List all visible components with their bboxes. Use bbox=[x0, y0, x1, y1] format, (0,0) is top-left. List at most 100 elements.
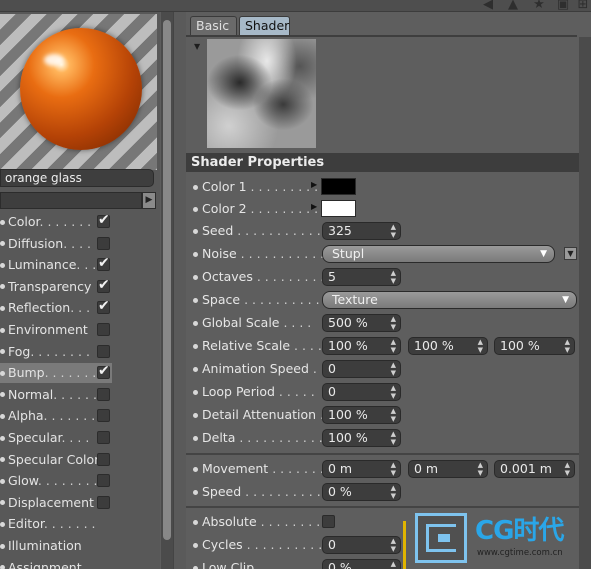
color2-swatch[interactable] bbox=[321, 200, 356, 217]
movement-y-field[interactable]: 0 m ▲ ▼ bbox=[408, 460, 488, 478]
relative-scale-z-field[interactable]: 100 % ▲ ▼ bbox=[494, 337, 575, 355]
channel-checkbox[interactable] bbox=[97, 323, 110, 336]
arrow-up-icon[interactable]: ▲ bbox=[506, 0, 520, 12]
animation-dot-icon[interactable] bbox=[193, 490, 198, 495]
channel-item-glow[interactable]: Glow. . . . . . . . bbox=[0, 471, 112, 491]
arrow-left-icon[interactable]: ◀ bbox=[481, 0, 495, 12]
left-scrollbar-thumb[interactable] bbox=[163, 20, 171, 540]
collapse-triangle-icon[interactable]: ▼ bbox=[194, 42, 200, 51]
animation-speed-field[interactable]: 0 ▲ ▼ bbox=[322, 360, 401, 378]
movement-z-field[interactable]: 0.001 m ▲ ▼ bbox=[494, 460, 575, 478]
loop-period-field[interactable]: 0 ▲ ▼ bbox=[322, 383, 401, 401]
channel-item-luminance[interactable]: Luminance. . . bbox=[0, 255, 112, 275]
octaves-field[interactable]: 5 ▲ ▼ bbox=[322, 268, 401, 286]
channel-item-specular[interactable]: Specular. . . . bbox=[0, 428, 112, 448]
global-scale-field[interactable]: 500 % ▲ ▼ bbox=[322, 314, 401, 332]
spinner-icon[interactable]: ▲▼ bbox=[391, 484, 396, 500]
channel-checkbox[interactable] bbox=[97, 344, 110, 358]
channel-item-editor[interactable]: Editor. . . . . . . bbox=[0, 514, 112, 534]
channel-checkbox[interactable] bbox=[97, 474, 110, 488]
spinner-icon[interactable]: ▲▼ bbox=[391, 407, 396, 423]
animation-dot-icon[interactable] bbox=[193, 207, 198, 212]
panel-divider[interactable] bbox=[173, 12, 186, 569]
seed-field[interactable]: 325 ▲ ▼ bbox=[322, 222, 401, 240]
noise-options-button[interactable]: ▼ bbox=[564, 247, 577, 260]
animation-dot-icon[interactable] bbox=[193, 413, 198, 418]
channel-item-reflection[interactable]: Reflection. . . bbox=[0, 298, 112, 318]
material-secondary-field[interactable] bbox=[0, 192, 142, 209]
animation-dot-icon[interactable] bbox=[193, 275, 198, 280]
spinner-icon[interactable]: ▲▼ bbox=[391, 338, 396, 354]
spinner-icon[interactable]: ▲▼ bbox=[391, 361, 396, 377]
animation-dot-icon[interactable] bbox=[193, 467, 198, 472]
tab-basic[interactable]: Basic bbox=[190, 16, 237, 35]
animation-dot-icon[interactable] bbox=[193, 367, 198, 372]
channel-item-normal[interactable]: Normal. . . . . . bbox=[0, 385, 112, 405]
star-icon[interactable]: ★ bbox=[532, 0, 546, 12]
absolute-checkbox[interactable] bbox=[322, 515, 335, 528]
new-window-icon[interactable]: ⊞ bbox=[576, 0, 590, 12]
movement-x-field[interactable]: 0 m ▲ ▼ bbox=[322, 460, 401, 478]
channel-checkbox[interactable] bbox=[97, 431, 110, 444]
animation-dot-icon[interactable] bbox=[193, 185, 198, 190]
expand-arrow-icon[interactable]: ▶ bbox=[311, 180, 317, 189]
channel-item-environment[interactable]: Environment bbox=[0, 320, 112, 340]
cycles-field[interactable]: 0 ▲ ▼ bbox=[322, 536, 401, 554]
channel-checkbox[interactable] bbox=[97, 298, 110, 315]
delta-field[interactable]: 100 % ▲ ▼ bbox=[322, 429, 401, 447]
animation-dot-icon[interactable] bbox=[193, 543, 198, 548]
tab-shader[interactable]: Shader bbox=[239, 16, 290, 35]
noise-dropdown[interactable]: Stupl ▼ bbox=[322, 245, 555, 263]
spinner-icon[interactable]: ▲▼ bbox=[391, 430, 396, 446]
spinner-icon[interactable]: ▲▼ bbox=[565, 461, 570, 477]
window-icon[interactable]: ▣ bbox=[556, 0, 570, 12]
spinner-icon[interactable]: ▲▼ bbox=[391, 461, 396, 477]
channel-checkbox[interactable] bbox=[97, 255, 110, 272]
spinner-icon[interactable]: ▲▼ bbox=[391, 315, 396, 331]
detail-attenuation-field[interactable]: 100 % ▲ ▼ bbox=[322, 406, 401, 424]
channel-item-displacement[interactable]: Displacement bbox=[0, 493, 112, 513]
channel-item-alpha[interactable]: Alpha. . . . . . . bbox=[0, 406, 112, 426]
spinner-icon[interactable]: ▲▼ bbox=[391, 384, 396, 400]
channel-checkbox[interactable] bbox=[97, 277, 110, 293]
material-preview[interactable] bbox=[0, 14, 157, 170]
channel-item-color[interactable]: Color. . . . . . . bbox=[0, 212, 112, 232]
relative-scale-y-field[interactable]: 100 % ▲ ▼ bbox=[408, 337, 488, 355]
spinner-icon[interactable]: ▲▼ bbox=[391, 560, 396, 569]
animation-dot-icon[interactable] bbox=[193, 520, 198, 525]
animation-dot-icon[interactable] bbox=[193, 390, 198, 395]
spinner-icon[interactable]: ▲▼ bbox=[391, 537, 396, 553]
animation-dot-icon[interactable] bbox=[193, 436, 198, 441]
material-name-field[interactable]: orange glass bbox=[0, 169, 154, 187]
channel-item-transparency[interactable]: Transparency bbox=[0, 277, 112, 297]
channel-item-specular-color[interactable]: Specular Color bbox=[0, 450, 112, 470]
expand-arrow-button[interactable]: ▶ bbox=[142, 192, 156, 209]
animation-dot-icon[interactable] bbox=[193, 344, 198, 349]
channel-item-assignment[interactable]: Assignment bbox=[0, 558, 112, 569]
space-dropdown[interactable]: Texture ▼ bbox=[322, 291, 577, 309]
channel-checkbox[interactable] bbox=[97, 409, 110, 423]
channel-checkbox[interactable] bbox=[97, 495, 110, 509]
animation-dot-icon[interactable] bbox=[193, 229, 198, 234]
low-clip-field[interactable]: 0 %▲▼ bbox=[322, 559, 401, 569]
channel-item-illumination[interactable]: Illumination bbox=[0, 536, 112, 556]
channel-checkbox[interactable] bbox=[97, 236, 110, 250]
animation-dot-icon[interactable] bbox=[193, 252, 198, 257]
expand-arrow-icon[interactable]: ▶ bbox=[311, 202, 317, 211]
spinner-icon[interactable]: ▲▼ bbox=[478, 338, 483, 354]
spinner-icon[interactable]: ▲▼ bbox=[478, 461, 483, 477]
channel-checkbox[interactable] bbox=[97, 452, 110, 466]
spinner-icon[interactable]: ▲▼ bbox=[391, 223, 396, 239]
channel-item-bump[interactable]: Bump. . . . . . . bbox=[0, 363, 112, 384]
speed-field[interactable]: 0 % ▲ ▼ bbox=[322, 483, 401, 501]
animation-dot-icon[interactable] bbox=[193, 321, 198, 326]
relative-scale-x-field[interactable]: 100 % ▲ ▼ bbox=[322, 337, 401, 355]
right-scrollbar[interactable] bbox=[579, 37, 591, 569]
spinner-icon[interactable]: ▲▼ bbox=[391, 269, 396, 285]
channel-checkbox[interactable] bbox=[97, 212, 110, 228]
slider-marker[interactable] bbox=[403, 521, 406, 569]
channel-item-diffusion[interactable]: Diffusion. . . . bbox=[0, 234, 112, 254]
channel-checkbox[interactable] bbox=[97, 387, 110, 401]
channel-item-fog[interactable]: Fog. . . . . . . . bbox=[0, 342, 112, 362]
channel-checkbox[interactable] bbox=[97, 363, 110, 380]
